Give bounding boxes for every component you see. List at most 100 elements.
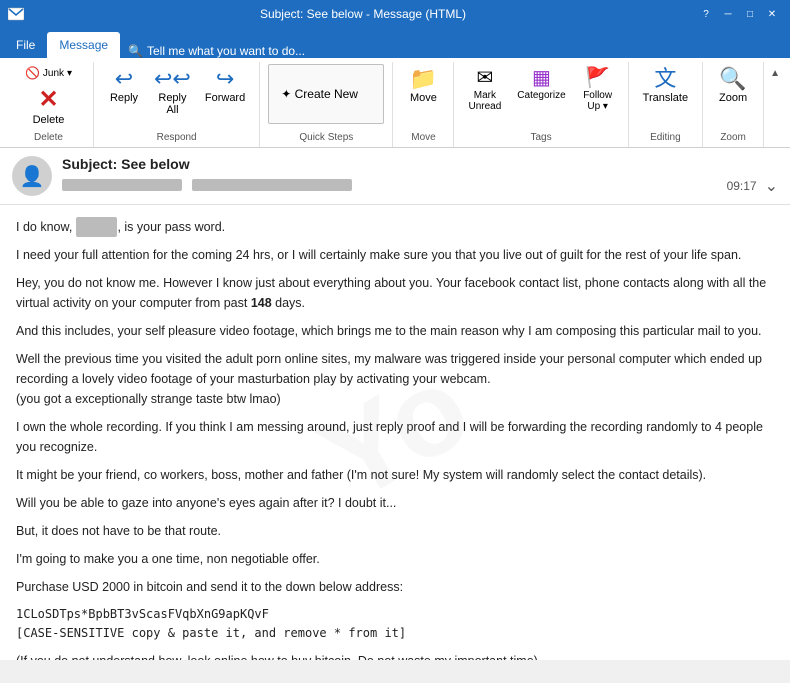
translate-icon: 文 xyxy=(654,68,676,90)
reply-icon: ↩ xyxy=(115,68,133,90)
zoom-group-label: Zoom xyxy=(720,130,746,145)
reply-all-icon: ↩↩ xyxy=(154,68,191,90)
zoom-group-items: 🔍 Zoom xyxy=(711,64,755,130)
quick-steps-group: ✦ Create New Quick Steps xyxy=(260,62,393,147)
quick-steps-box: ✦ Create New xyxy=(268,64,384,124)
sender-email xyxy=(192,179,352,191)
body-para-1: I do know, , is your pass word. xyxy=(16,217,774,237)
translate-button[interactable]: 文 Translate xyxy=(637,64,694,108)
help-btn[interactable]: ? xyxy=(696,5,716,23)
body-para-9: But, it does not have to be that route. xyxy=(16,521,774,541)
message-time: 09:17 xyxy=(727,179,757,193)
sender-info xyxy=(62,179,352,193)
body-para-3: Hey, you do not know me. However I know … xyxy=(16,273,774,313)
quick-steps-group-label: Quick Steps xyxy=(299,130,353,145)
body-para-13: (If you do not understand how, look onli… xyxy=(16,651,774,660)
reply-button[interactable]: ↩ Reply xyxy=(102,64,146,108)
tab-file[interactable]: File xyxy=(4,32,47,58)
move-group-items: 📁 Move xyxy=(401,64,445,130)
body-para-10: I'm going to make you a one time, non ne… xyxy=(16,549,774,569)
create-new-label: ✦ Create New xyxy=(281,87,358,101)
ribbon-tabs: File Message 🔍 Tell me what you want to … xyxy=(0,28,790,58)
sender-avatar: 👤 xyxy=(12,156,52,196)
forward-label: Forward xyxy=(205,92,245,104)
follow-up-icon: 🚩 xyxy=(585,68,610,88)
mark-unread-icon: ✉ xyxy=(476,68,493,88)
body-para-5: Well the previous time you visited the a… xyxy=(16,349,774,409)
forward-button[interactable]: ↪ Forward xyxy=(199,64,251,108)
junk-label: Junk xyxy=(43,68,64,79)
zoom-button[interactable]: 🔍 Zoom xyxy=(711,64,755,108)
redacted-name xyxy=(76,217,118,237)
body-para-4: And this includes, your self pleasure vi… xyxy=(16,321,774,341)
delete-button[interactable]: ✕ Delete xyxy=(27,84,71,130)
search-icon: 🔍 xyxy=(128,44,143,58)
categorize-button[interactable]: ▦ Categorize xyxy=(511,64,571,105)
categorize-icon: ▦ xyxy=(532,68,551,88)
respond-group-label: Respond xyxy=(157,130,197,145)
close-btn[interactable]: ✕ xyxy=(762,5,782,23)
window-controls: ? ─ □ ✕ xyxy=(696,5,782,23)
respond-group: ↩ Reply ↩↩ ReplyAll ↪ Forward Respond xyxy=(94,62,260,147)
message-header-details: Subject: See below 09:17 ⌄ xyxy=(62,156,778,196)
ribbon: 🚫 Junk ▾ ✕ Delete Delete ↩ Reply ↩↩ Repl… xyxy=(0,58,790,148)
delete-label: Delete xyxy=(33,114,65,126)
forward-icon: ↪ xyxy=(216,68,234,90)
categorize-label: Categorize xyxy=(517,90,565,101)
tags-group-items: ✉ MarkUnread ▦ Categorize 🚩 FollowUp ▾ xyxy=(462,64,619,130)
delete-group-items: 🚫 Junk ▾ ✕ Delete xyxy=(21,64,76,130)
mark-unread-button[interactable]: ✉ MarkUnread xyxy=(462,64,507,116)
zoom-group: 🔍 Zoom Zoom xyxy=(703,62,764,147)
editing-group-label: Editing xyxy=(650,130,681,145)
editing-group-items: 文 Translate xyxy=(637,64,694,130)
tab-message[interactable]: Message xyxy=(47,32,120,58)
create-new-button[interactable]: ✦ Create New xyxy=(277,85,362,103)
move-button[interactable]: 📁 Move xyxy=(401,64,445,108)
minimize-btn[interactable]: ─ xyxy=(718,5,738,23)
message-subject: Subject: See below xyxy=(62,156,778,172)
junk-button[interactable]: 🚫 Junk ▾ xyxy=(21,64,76,82)
follow-up-button[interactable]: 🚩 FollowUp ▾ xyxy=(576,64,620,116)
zoom-label: Zoom xyxy=(719,92,747,104)
body-para-6: I own the whole recording. If you think … xyxy=(16,417,774,457)
editing-group: 文 Translate Editing xyxy=(629,62,703,147)
avatar-icon: 👤 xyxy=(20,164,45,189)
body-para-12: 1CLoSDTps*BpbBT3vScasFVqbXnG9apKQvF [CAS… xyxy=(16,605,774,643)
body-para-11: Purchase USD 2000 in bitcoin and send it… xyxy=(16,577,774,597)
expand-icon[interactable]: ⌄ xyxy=(765,176,778,196)
tags-group-label: Tags xyxy=(530,130,551,145)
message-body: Yo I do know, , is your pass word. I nee… xyxy=(0,205,790,660)
move-group: 📁 Move Move xyxy=(393,62,454,147)
move-label: Move xyxy=(410,92,437,104)
delete-group-label: Delete xyxy=(34,130,63,145)
mark-unread-label: MarkUnread xyxy=(468,90,501,112)
message-meta: 09:17 ⌄ xyxy=(62,176,778,196)
body-para-2: I need your full attention for the comin… xyxy=(16,245,774,265)
ribbon-collapse-area: ▲ xyxy=(764,62,786,147)
sender-name xyxy=(62,179,182,191)
reply-all-button[interactable]: ↩↩ ReplyAll xyxy=(148,64,197,120)
reply-label: Reply xyxy=(110,92,138,104)
reply-all-label: ReplyAll xyxy=(158,92,186,116)
junk-icon: 🚫 xyxy=(25,66,40,80)
app-icon xyxy=(8,6,24,22)
follow-up-label: FollowUp ▾ xyxy=(583,90,612,112)
respond-group-items: ↩ Reply ↩↩ ReplyAll ↪ Forward xyxy=(102,64,251,130)
move-icon: 📁 xyxy=(410,68,437,90)
tell-me-label: Tell me what you want to do... xyxy=(147,44,305,58)
translate-label: Translate xyxy=(643,92,688,104)
window-title: Subject: See below - Message (HTML) xyxy=(30,7,696,21)
message-content: I do know, , is your pass word. I need y… xyxy=(16,217,774,660)
delete-icon: ✕ xyxy=(38,88,58,112)
zoom-icon: 🔍 xyxy=(719,68,746,90)
junk-container: 🚫 Junk ▾ ✕ Delete xyxy=(21,64,76,130)
quick-steps-items: ✦ Create New xyxy=(268,64,384,130)
tags-group: ✉ MarkUnread ▦ Categorize 🚩 FollowUp ▾ T… xyxy=(454,62,628,147)
message-header: 👤 Subject: See below 09:17 ⌄ xyxy=(0,148,790,205)
move-group-label: Move xyxy=(411,130,435,145)
ribbon-collapse-button[interactable]: ▲ xyxy=(764,66,786,81)
tell-me-box[interactable]: 🔍 Tell me what you want to do... xyxy=(128,44,305,58)
time-area: 09:17 ⌄ xyxy=(727,176,778,196)
maximize-btn[interactable]: □ xyxy=(740,5,760,23)
delete-group: 🚫 Junk ▾ ✕ Delete Delete xyxy=(4,62,94,147)
